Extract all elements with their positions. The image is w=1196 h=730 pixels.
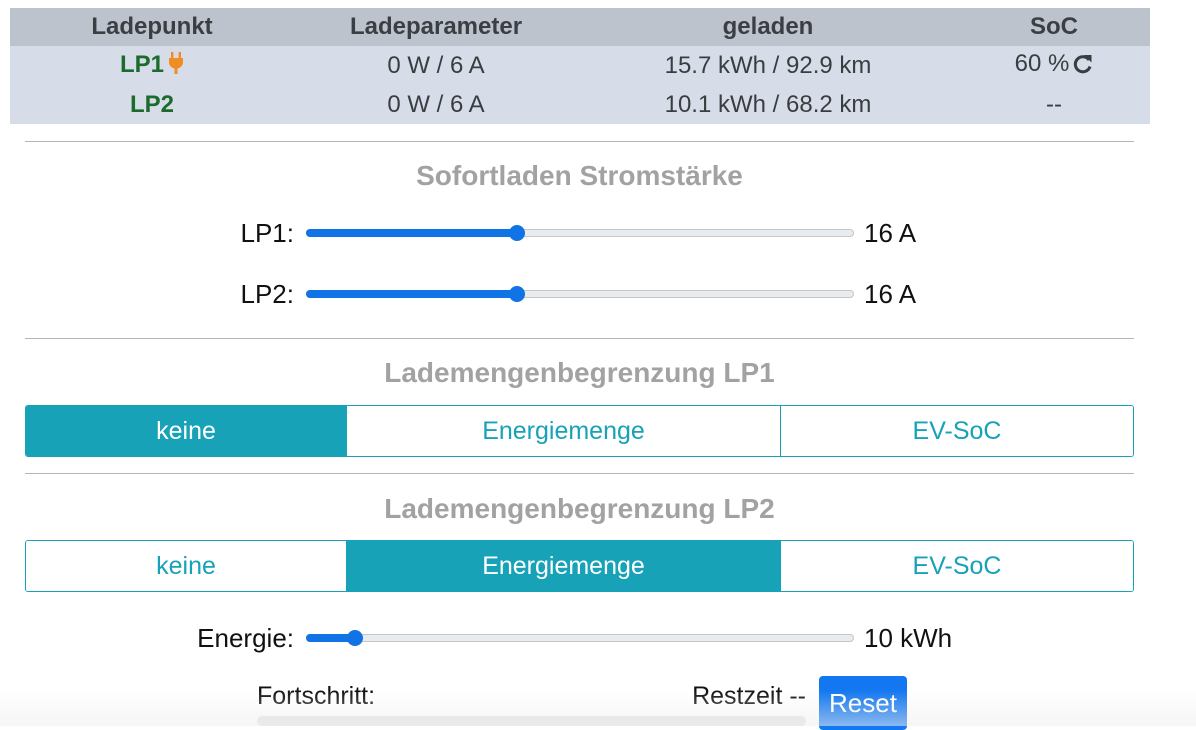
reset-button[interactable]: Reset — [819, 676, 907, 730]
header-ladeparameter: Ladeparameter — [349, 13, 523, 40]
slider-value: 10 kWh — [864, 623, 953, 653]
ladeparameter-cell: 0 W / 6 A — [387, 51, 485, 79]
limit-lp1-keine-button[interactable]: keine — [26, 406, 346, 456]
status-table: Ladepunkt Ladeparameter geladen SoC LP1 … — [10, 8, 1150, 124]
divider — [25, 338, 1134, 339]
slider-thumb[interactable] — [508, 286, 525, 302]
slider-fill — [306, 290, 517, 298]
slider-label: LP1: — [240, 218, 295, 248]
table-row: LP2 0 W / 6 A 10.1 kWh / 68.2 km -- — [10, 85, 1150, 124]
current-slider-lp2[interactable] — [306, 286, 854, 302]
slider-thumb[interactable] — [347, 630, 364, 646]
limit-lp1-button-group: keine Energiemenge EV-SoC — [25, 405, 1134, 457]
lp-cell: LP1 — [10, 51, 294, 81]
divider — [25, 473, 1134, 474]
slider-row-lp2: LP2: 16 A — [0, 279, 1196, 309]
limit-lp2-evsoc-button[interactable]: EV-SoC — [780, 541, 1133, 591]
table-header: Ladepunkt Ladeparameter geladen SoC — [10, 8, 1150, 46]
header-ladepunkt: Ladepunkt — [91, 13, 213, 40]
soc-cell: -- — [1046, 90, 1062, 118]
lp-cell: LP2 — [10, 91, 294, 119]
section-title-sofortladen: Sofortladen Stromstärke — [416, 160, 743, 191]
slider-value: 16 A — [864, 279, 917, 309]
soc-value: 60 % — [1014, 50, 1070, 77]
section-title-limit-lp2: Lademengenbegrenzung LP2 — [384, 493, 775, 524]
plug-icon — [168, 51, 184, 81]
limit-lp1-evsoc-button[interactable]: EV-SoC — [780, 406, 1133, 456]
table-body: LP1 0 W / 6 A 15.7 kWh / 92.9 km 60 % LP… — [10, 46, 1150, 124]
limit-lp2-button-group: keine Energiemenge EV-SoC — [25, 540, 1134, 592]
section-title-limit-lp1: Lademengenbegrenzung LP1 — [384, 357, 775, 388]
reload-icon[interactable] — [1073, 53, 1093, 81]
restzeit-label: Restzeit -- — [692, 682, 806, 710]
limit-lp2-energiemenge-button[interactable]: Energiemenge — [346, 541, 780, 591]
progress-bar — [257, 716, 806, 726]
slider-row-lp1: LP1: 16 A — [0, 218, 1196, 248]
header-soc: SoC — [1030, 13, 1078, 40]
slider-label: LP2: — [240, 279, 295, 309]
slider-thumb[interactable] — [508, 225, 525, 241]
ladeparameter-cell: 0 W / 6 A — [387, 90, 485, 118]
current-slider-lp1[interactable] — [306, 225, 854, 241]
lp-name: LP2 — [129, 90, 174, 118]
progress-label: Fortschritt: — [257, 682, 376, 710]
slider-label: Energie: — [197, 623, 294, 653]
slider-fill — [306, 229, 517, 237]
limit-lp1-energiemenge-button[interactable]: Energiemenge — [346, 406, 780, 456]
lp-name: LP1 — [119, 50, 164, 78]
table-row: LP1 0 W / 6 A 15.7 kWh / 92.9 km 60 % — [10, 46, 1150, 85]
geladen-cell: 10.1 kWh / 68.2 km — [664, 90, 872, 118]
header-geladen: geladen — [722, 13, 814, 40]
slider-row-energie: Energie: 10 kWh — [0, 623, 1196, 653]
limit-lp2-keine-button[interactable]: keine — [26, 541, 346, 591]
energy-slider-lp2[interactable] — [306, 630, 854, 646]
soc-cell: 60 % — [958, 50, 1150, 81]
geladen-cell: 15.7 kWh / 92.9 km — [664, 51, 872, 79]
slider-value: 16 A — [864, 218, 917, 248]
divider — [25, 141, 1134, 142]
